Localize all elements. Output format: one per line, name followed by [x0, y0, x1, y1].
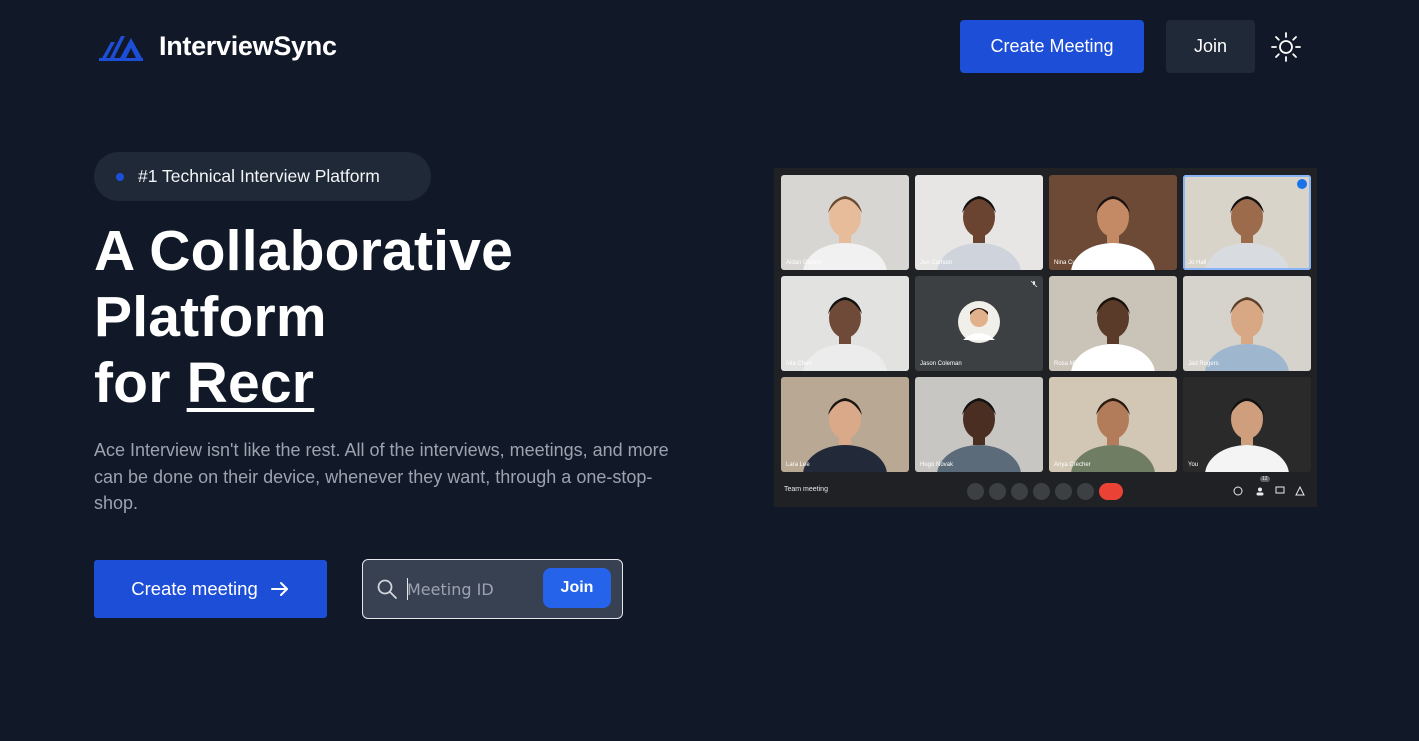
more-options-icon: [1077, 483, 1094, 500]
speaking-indicator-icon: [1297, 179, 1307, 189]
raise-hand-icon: [1033, 483, 1050, 500]
participant-video: [781, 377, 909, 472]
meeting-id-input[interactable]: [407, 575, 537, 603]
site-header: InterviewSync Create Meeting Join: [0, 0, 1419, 95]
present-icon: [1055, 483, 1072, 500]
participant-tile: Jo Hall: [1183, 175, 1311, 270]
create-meeting-button[interactable]: Create Meeting: [960, 20, 1144, 73]
participant-tile: Rosa Michaels: [1049, 276, 1177, 371]
participant-tile: Lara Lee: [781, 377, 909, 472]
hero-title-line-3: for Recr: [94, 350, 714, 416]
participant-video: [915, 175, 1043, 270]
participant-tile: Nina Curry: [1049, 175, 1177, 270]
participant-tile: Aidan Garner: [781, 175, 909, 270]
join-button[interactable]: Join: [1166, 20, 1255, 73]
search-icon: [377, 579, 397, 599]
video-meeting-preview: Aidan Garner Jon Carlson Nina Curry Jo Hall…: [774, 168, 1317, 507]
meeting-control-bar: Team meeting 12: [774, 473, 1317, 507]
info-icon: [1233, 486, 1243, 496]
participant-video: [915, 377, 1043, 472]
participant-name: Jason Coleman: [920, 361, 962, 367]
hero-description: Ace Interview isn't like the rest. All o…: [94, 440, 669, 513]
participant-tile: You: [1183, 377, 1311, 472]
participant-tile: Jad Rogers: [1183, 276, 1311, 371]
end-call-icon: [1099, 483, 1123, 500]
participant-video: [1183, 276, 1311, 371]
activities-icon: [1295, 486, 1305, 496]
participant-name: Mia Chen: [786, 361, 812, 367]
participant-tile: Jon Carlson: [915, 175, 1043, 270]
brand-name: InterviewSync: [159, 30, 337, 61]
participant-tile: Anya Crecher: [1049, 377, 1177, 472]
camera-icon: [989, 483, 1006, 500]
participant-tile: Hugo Novak: [915, 377, 1043, 472]
triangles-logo-icon: [99, 36, 143, 61]
mic-icon: [967, 483, 984, 500]
arrow-right-icon: [270, 582, 288, 596]
participant-video: [1183, 175, 1311, 270]
sun-icon[interactable]: [1270, 31, 1302, 63]
hero-title-line-2: Platform: [94, 285, 327, 349]
hero-title-line-1: A Collaborative: [94, 219, 513, 283]
participant-video: [781, 276, 909, 371]
join-meeting-form: Join: [362, 559, 623, 619]
hero-create-meeting-label: Create meeting: [131, 578, 258, 599]
participant-name: Aidan Garner: [786, 260, 822, 266]
brand[interactable]: InterviewSync: [99, 30, 337, 62]
participant-name: Jad Rogers: [1188, 361, 1219, 367]
participant-video: [1183, 377, 1311, 472]
participant-name: Jo Hall: [1188, 260, 1207, 266]
participant-name: Jon Carlson: [920, 260, 953, 266]
participant-tile: Jason Coleman: [915, 276, 1043, 371]
muted-mic-icon: [1030, 280, 1038, 288]
captions-icon: [1011, 483, 1028, 500]
participant-name: Hugo Novak: [920, 462, 954, 468]
people-icon: [1256, 487, 1264, 496]
badge-dot: [116, 172, 124, 181]
avatar: [915, 276, 1043, 371]
participant-video: [1049, 276, 1177, 371]
meeting-title: Team meeting: [784, 486, 828, 493]
hero-title-prefix: for: [94, 351, 171, 415]
typed-word: Recr: [186, 351, 315, 415]
hero-create-meeting-button[interactable]: Create meeting: [94, 560, 327, 618]
participant-tile: Mia Chen: [781, 276, 909, 371]
participant-name: Lara Lee: [786, 462, 810, 468]
participant-video: [1049, 377, 1177, 472]
participant-name: Anya Crecher: [1054, 462, 1091, 468]
badge-text: #1 Technical Interview Platform: [138, 166, 380, 186]
participant-video: [1049, 175, 1177, 270]
text-caret: [407, 578, 408, 600]
people-count: 12: [1260, 476, 1270, 482]
hero-title: A Collaborative Platform for Recr: [94, 218, 714, 416]
platform-badge: #1 Technical Interview Platform: [94, 152, 431, 201]
participant-name: Rosa Michaels: [1054, 361, 1094, 367]
chat-icon: [1275, 486, 1285, 494]
participant-video: [781, 175, 909, 270]
participant-name: You: [1188, 462, 1199, 468]
join-meeting-button[interactable]: Join: [543, 568, 611, 608]
participant-name: Nina Curry: [1054, 260, 1083, 266]
